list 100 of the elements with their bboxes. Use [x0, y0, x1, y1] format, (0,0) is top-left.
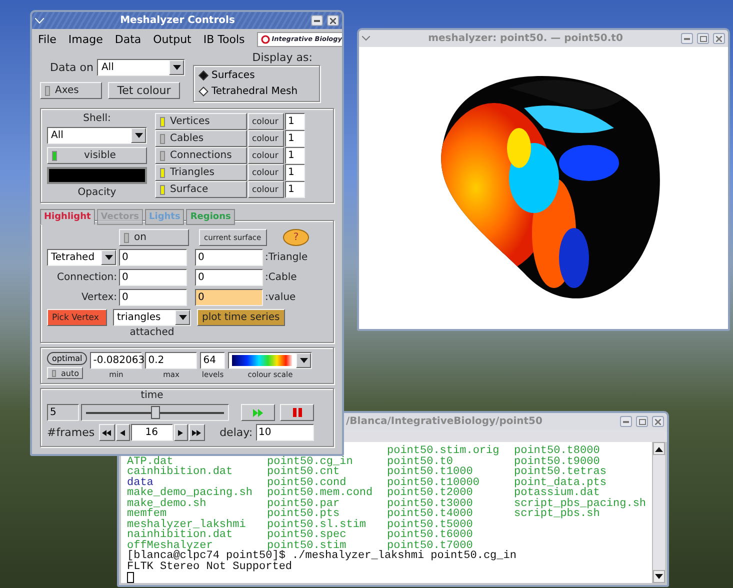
frames-label: #frames [47, 426, 95, 439]
element-toggle[interactable]: Surface [155, 181, 247, 198]
optimal-button[interactable]: optimal [47, 352, 88, 365]
colour-button[interactable]: colour [248, 113, 284, 130]
file-name: point50.t5000 [387, 520, 474, 530]
colour-field[interactable]: 1 [285, 130, 305, 147]
last-frame-button[interactable] [188, 424, 205, 441]
file-name: make_demo_pacing.sh [127, 488, 254, 498]
element-toggle[interactable]: Connections [155, 147, 247, 164]
colour-field[interactable]: 1 [285, 164, 305, 181]
minimize-button[interactable] [681, 33, 693, 44]
colour-scale-select[interactable] [228, 352, 312, 369]
field-label: Connection: [56, 272, 117, 283]
file-name: point50.t2000 [387, 488, 473, 498]
next-frame-button[interactable] [174, 424, 188, 441]
maximize-button[interactable] [697, 33, 709, 44]
on-toggle[interactable]: on [119, 229, 189, 246]
file-name: point50.cond [267, 478, 346, 488]
colour-button[interactable]: colour [248, 164, 284, 181]
value-field[interactable]: 0 [195, 289, 263, 306]
tet-colour-button[interactable]: Tet colour [108, 82, 180, 99]
file-name: make_demo.sh [127, 498, 208, 509]
value-field[interactable]: 0 [119, 289, 187, 306]
display-as-label: Display as: [251, 51, 314, 64]
value-field[interactable]: 0 [119, 249, 187, 266]
cursor-icon [127, 572, 134, 583]
pause-button[interactable] [280, 404, 314, 421]
maximize-button[interactable] [636, 416, 648, 427]
close-button[interactable] [652, 416, 664, 427]
attached-select[interactable]: triangles [113, 309, 191, 326]
pause-icon [292, 408, 302, 417]
data-on-select[interactable]: All [97, 59, 186, 76]
scale-field[interactable]: 64 [200, 352, 226, 369]
colour-field[interactable]: 1 [285, 113, 305, 130]
file-name: point50.t7000 [387, 540, 473, 551]
scale-field[interactable]: 0.2 [145, 352, 198, 369]
radio-option[interactable]: Surfaces [200, 70, 314, 81]
value-field[interactable]: 0 [195, 269, 263, 286]
element-toggle[interactable]: Triangles [155, 164, 247, 181]
axes-toggle[interactable]: Axes [40, 82, 102, 99]
element-toggle[interactable]: Cables [155, 130, 247, 147]
menu-item[interactable]: IB Tools [203, 32, 245, 46]
field-label: :Cable [265, 272, 297, 283]
caret-icon [172, 64, 181, 70]
field-label: :Triangle [265, 252, 308, 263]
file-name: point50.tetras [514, 467, 608, 478]
colour-gradient-icon [232, 355, 292, 366]
maximize-icon [638, 418, 646, 424]
minimize-icon [684, 38, 690, 40]
element-toggle[interactable]: Vertices [155, 113, 247, 130]
delay-field[interactable]: 10 [256, 424, 314, 441]
menu-item[interactable]: Data [114, 32, 142, 46]
file-name: cainhibition.dat [127, 467, 234, 478]
caret-icon [134, 132, 142, 138]
colour-button[interactable]: colour [248, 147, 284, 164]
menu-item[interactable]: Image [68, 32, 103, 46]
value-field[interactable]: 0 [119, 269, 187, 286]
menu-item[interactable]: File [38, 32, 56, 46]
rewind-icon [102, 430, 112, 436]
previous-frame-button[interactable] [116, 424, 130, 441]
colour-field[interactable]: 1 [285, 181, 305, 198]
close-button[interactable] [713, 33, 725, 44]
minimize-icon [314, 20, 320, 22]
file-name: point50.t10000 [387, 478, 480, 488]
file-name: point50.t6000 [387, 530, 474, 540]
time-field[interactable]: 5 [47, 404, 79, 421]
window-title: Meshalyzer Controls [119, 15, 236, 26]
frames-field[interactable]: 16 [130, 424, 173, 441]
minimize-button[interactable] [620, 416, 632, 427]
value-field[interactable]: 0 [195, 249, 263, 266]
colour-field[interactable]: 1 [285, 147, 305, 164]
window-title: meshalyzer: point50. — point50.t0 [427, 33, 624, 44]
visible-toggle[interactable]: visible [47, 147, 147, 164]
plot-time-series-button[interactable]: plot time series [197, 309, 285, 326]
opacity-bar[interactable] [47, 167, 147, 184]
scroll-bar[interactable] [652, 442, 665, 583]
type-select[interactable]: Tetrahed [47, 249, 117, 266]
field-label: Vertex: [80, 292, 117, 303]
colour-button[interactable]: colour [248, 181, 284, 198]
shell-select[interactable]: All [47, 127, 147, 144]
first-frame-button[interactable] [98, 424, 115, 441]
slider-thumb[interactable] [151, 406, 160, 419]
file-name: point50.cg_in [267, 456, 354, 467]
caret-icon [300, 358, 308, 364]
left-triangle-icon [120, 430, 126, 436]
play-button[interactable] [241, 404, 275, 421]
maximize-icon [700, 36, 706, 42]
close-button[interactable] [327, 15, 339, 26]
time-slider[interactable] [81, 404, 229, 421]
radio-option[interactable]: Tetrahedral Mesh [200, 86, 314, 97]
window-menu-icon[interactable] [362, 36, 370, 41]
menu-item[interactable]: Output [153, 32, 192, 46]
auto-toggle[interactable]: auto [47, 367, 83, 379]
scale-field[interactable]: -0.082063 [90, 352, 142, 369]
window-title: /Blanca/IntegrativeBiology/point50 [345, 416, 544, 427]
file-name: point50.t8000 [514, 446, 601, 456]
minimize-button[interactable] [311, 15, 323, 26]
pick-vertex-button[interactable]: Pick Vertex [47, 309, 107, 326]
colour-button[interactable]: colour [248, 130, 284, 147]
file-name: point50.par [267, 498, 341, 509]
